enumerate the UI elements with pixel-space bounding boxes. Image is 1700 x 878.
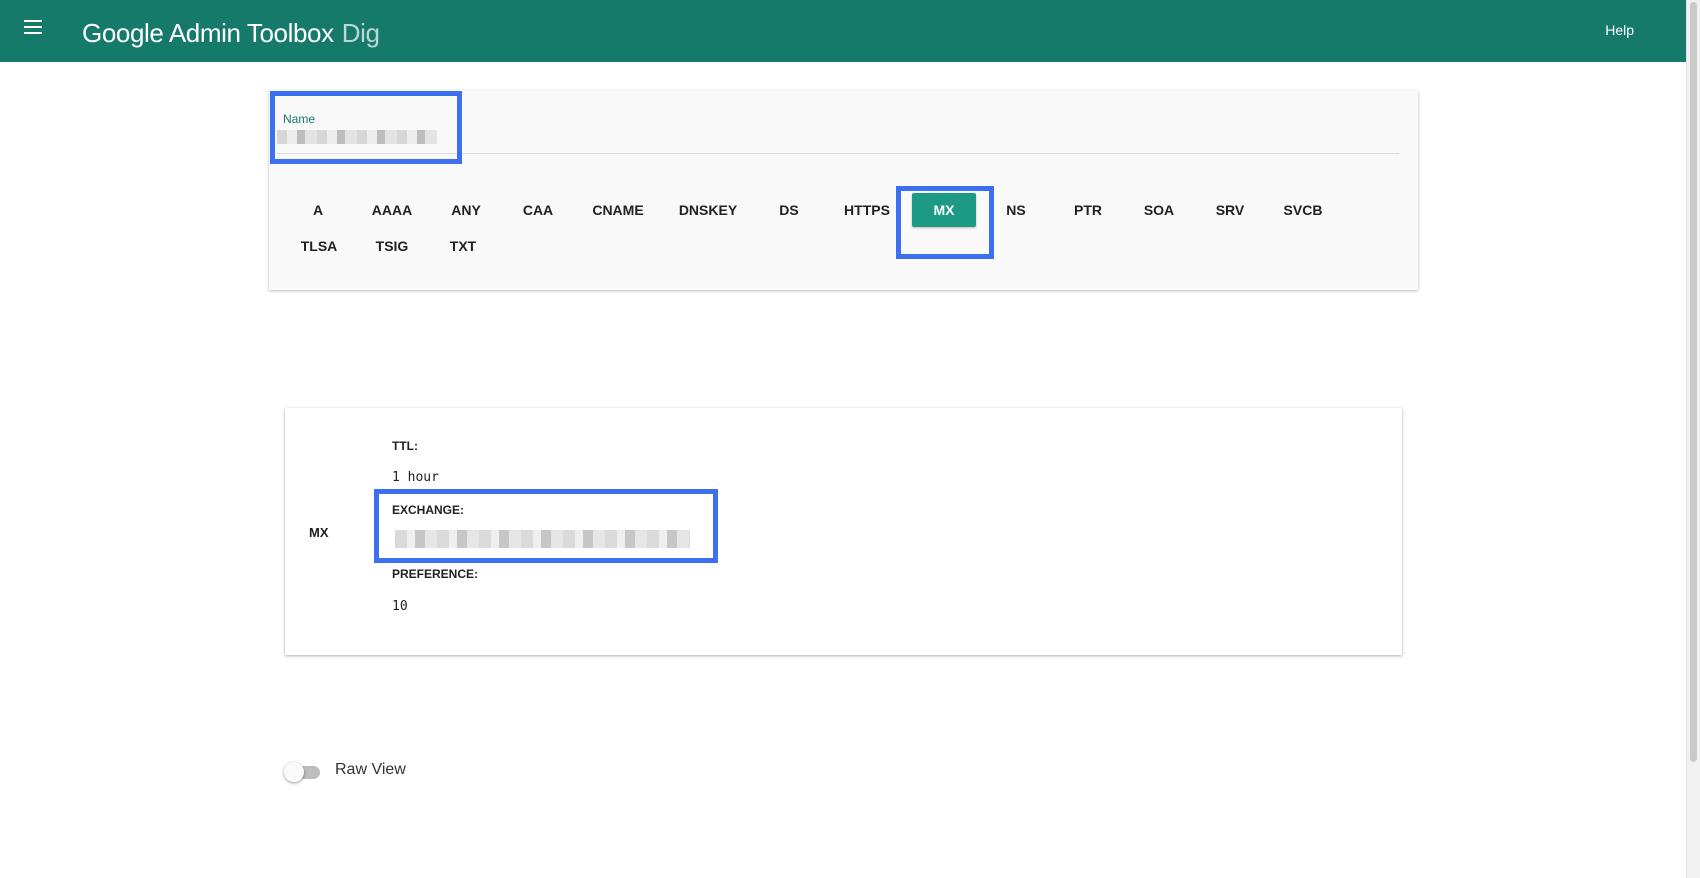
record-type-tsig[interactable]: TSIG <box>370 229 414 263</box>
record-type-dnskey[interactable]: DNSKEY <box>670 193 746 227</box>
name-field[interactable]: Name <box>277 108 1399 154</box>
record-type-soa[interactable]: SOA <box>1137 193 1181 227</box>
record-type-cname[interactable]: CNAME <box>579 193 657 227</box>
name-field-label: Name <box>283 112 316 126</box>
record-type-caa[interactable]: CAA <box>517 193 559 227</box>
exchange-value-redacted <box>395 530 690 548</box>
record-type-ds[interactable]: DS <box>774 193 804 227</box>
page-scrollbar[interactable] <box>1686 0 1700 878</box>
app-title: Google Admin Toolbox Dig <box>82 18 380 49</box>
record-type-any[interactable]: ANY <box>446 193 486 227</box>
record-type-label: MX <box>309 525 329 540</box>
ttl-value: 1 hour <box>392 470 439 485</box>
top-app-bar: Google Admin Toolbox Dig Help <box>0 0 1686 62</box>
name-input-value-redacted[interactable] <box>277 130 437 144</box>
query-card: Name A AAAA ANY CAA CNAME DNSKEY DS HTTPS MX NS PT… <box>269 90 1418 290</box>
record-type-tlsa[interactable]: TLSA <box>296 229 342 263</box>
record-type-aaaa[interactable]: AAAA <box>366 193 418 227</box>
toggle-knob[interactable] <box>284 762 304 782</box>
record-type-srv[interactable]: SRV <box>1212 193 1248 227</box>
record-type-txt[interactable]: TXT <box>446 229 480 263</box>
help-link[interactable]: Help <box>1605 22 1634 38</box>
preference-value: 10 <box>392 599 408 614</box>
exchange-label: EXCHANGE: <box>392 503 465 517</box>
record-type-https[interactable]: HTTPS <box>838 193 896 227</box>
menu-icon[interactable] <box>24 20 44 36</box>
result-card: MX TTL: 1 hour EXCHANGE: PREFERENCE: 10 <box>285 408 1402 655</box>
record-type-ns[interactable]: NS <box>997 193 1035 227</box>
app-subtitle: Dig <box>341 18 380 48</box>
raw-view-toggle[interactable] <box>284 760 322 782</box>
record-type-a[interactable]: A <box>303 193 333 227</box>
scrollbar-thumb[interactable] <box>1690 2 1697 762</box>
ttl-label: TTL: <box>392 439 418 453</box>
record-type-ptr[interactable]: PTR <box>1068 193 1108 227</box>
app-name: Google Admin Toolbox <box>82 18 334 48</box>
raw-view-label: Raw View <box>335 761 406 778</box>
record-type-svcb[interactable]: SVCB <box>1279 193 1327 227</box>
preference-label: PREFERENCE: <box>392 567 479 581</box>
record-type-mx[interactable]: MX <box>912 193 976 227</box>
